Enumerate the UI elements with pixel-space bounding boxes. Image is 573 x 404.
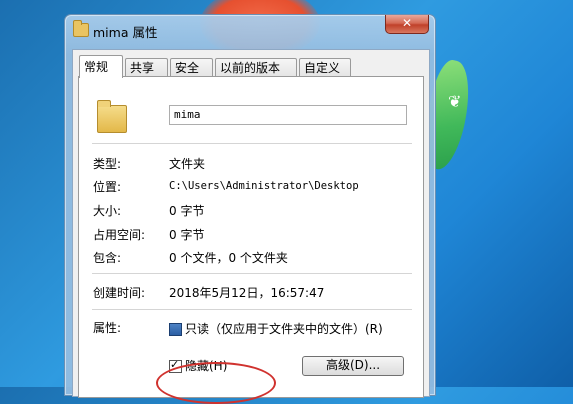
contains-label: 包含: (93, 251, 122, 265)
tab-previous-versions[interactable]: 以前的版本 (215, 58, 297, 77)
window-title: mima 属性 (93, 25, 158, 40)
created-value: 2018年5月12日，16:57:47 (169, 286, 325, 300)
dialog-body: 常规 共享 安全 以前的版本 自定义 mima 类型: 文件夹 位置: C:\U… (72, 49, 430, 404)
size-value: 0 字节 (169, 204, 205, 218)
location-label: 位置: (93, 180, 122, 194)
butterfly-icon: ❦ (448, 92, 462, 111)
tab-customize[interactable]: 自定义 (299, 58, 351, 77)
properties-dialog: mima 属性 ✕ 常规 共享 安全 以前的版本 自定义 mima 类型: 文件… (64, 14, 436, 404)
readonly-label[interactable]: 只读（仅应用于文件夹中的文件）(R) (185, 320, 383, 337)
tab-general[interactable]: 常规 (79, 55, 123, 78)
tab-sharing[interactable]: 共享 (125, 58, 168, 77)
contains-value: 0 个文件，0 个文件夹 (169, 251, 288, 265)
folder-icon (97, 100, 127, 133)
created-label: 创建时间: (93, 286, 146, 300)
highlight-circle (156, 362, 276, 404)
readonly-checkbox[interactable] (169, 323, 182, 336)
title-bar: mima 属性 ✕ (65, 15, 435, 47)
folder-name-input[interactable]: mima (169, 105, 407, 125)
attributes-label: 属性: (93, 321, 122, 335)
disk-size-label: 占用空间: (93, 228, 146, 242)
close-button[interactable]: ✕ (385, 15, 429, 34)
advanced-button[interactable]: 高级(D)... (302, 356, 404, 376)
divider (92, 143, 412, 144)
divider (92, 273, 412, 274)
general-tab-panel: mima 类型: 文件夹 位置: C:\Users\Administrator\… (78, 76, 424, 404)
divider (92, 309, 412, 310)
tab-security[interactable]: 安全 (170, 58, 213, 77)
folder-icon (73, 20, 89, 37)
size-label: 大小: (93, 204, 122, 218)
location-value: C:\Users\Administrator\Desktop (169, 180, 359, 192)
type-label: 类型: (93, 157, 122, 171)
type-value: 文件夹 (169, 157, 206, 171)
disk-size-value: 0 字节 (169, 228, 205, 242)
